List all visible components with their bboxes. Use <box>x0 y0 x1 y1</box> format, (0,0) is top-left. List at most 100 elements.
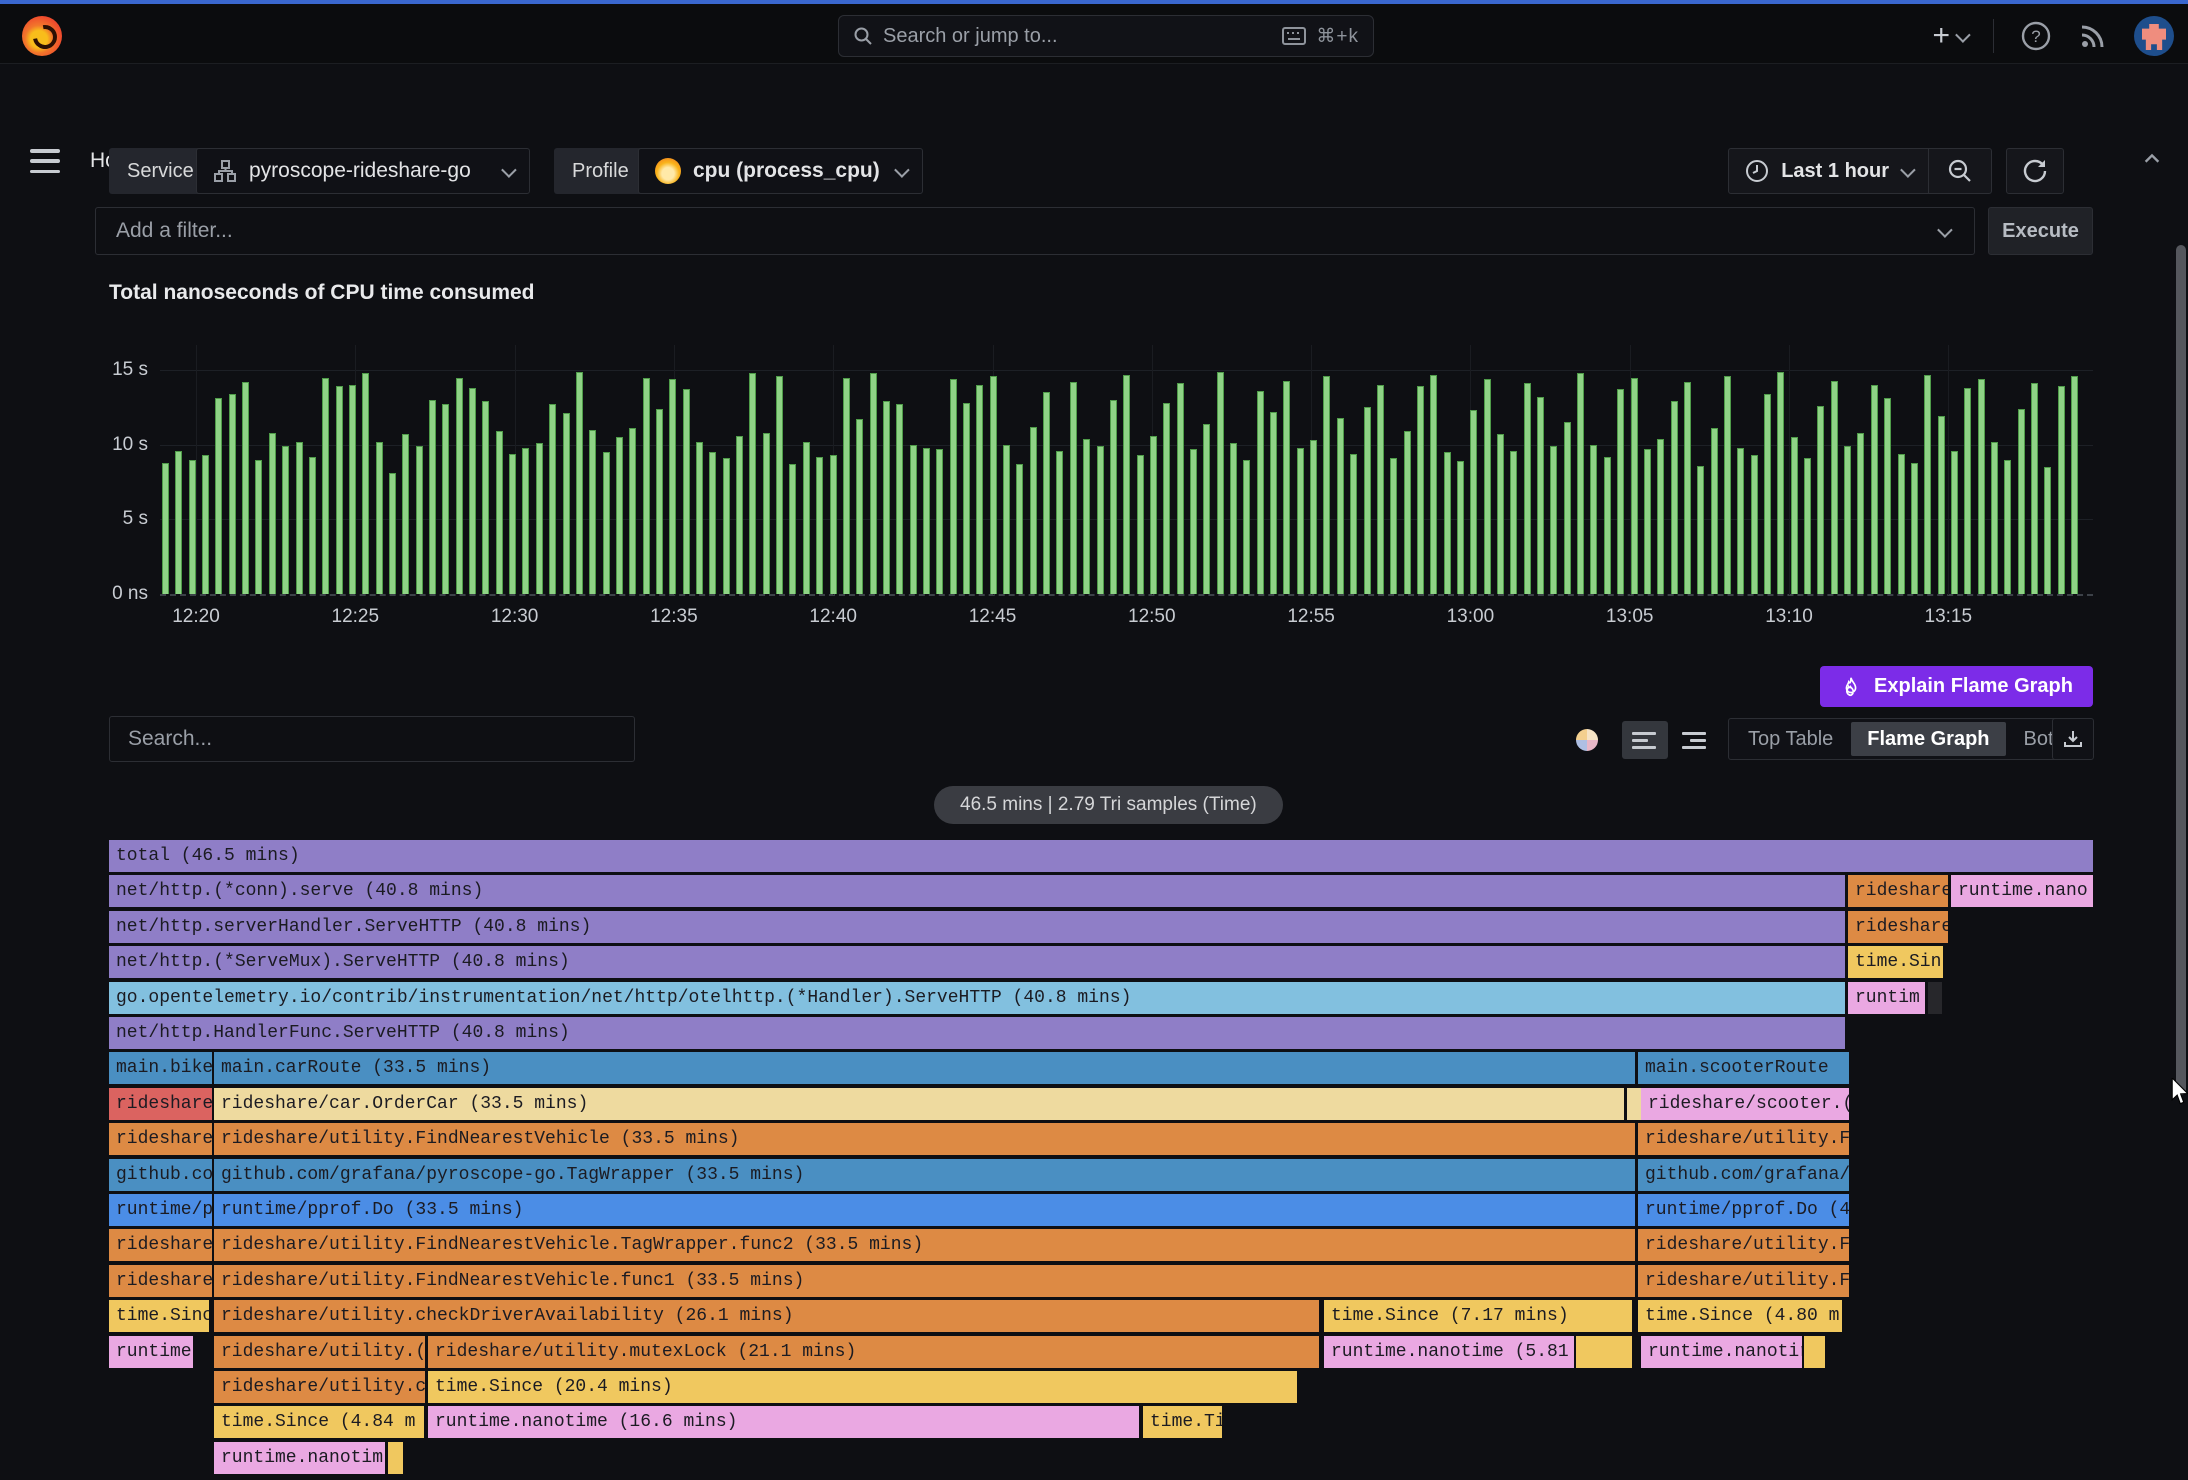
flame-block[interactable]: time.Since (4.80 m <box>1638 1300 1842 1332</box>
fire-icon <box>655 158 681 184</box>
flame-block[interactable]: main.bike <box>109 1052 212 1084</box>
flame-block[interactable]: github.co <box>109 1159 212 1191</box>
refresh-button[interactable] <box>2006 148 2064 194</box>
flame-block[interactable]: rideshare <box>109 1123 212 1155</box>
flame-block[interactable]: rideshare/utility.c <box>214 1371 425 1403</box>
flame-block[interactable]: rideshare/utility.FindNearestVehicle.Tag… <box>214 1229 1635 1261</box>
chart-bar <box>296 442 303 594</box>
flame-block[interactable]: main.carRoute (33.5 mins) <box>214 1052 1635 1084</box>
flame-block[interactable]: rideshare <box>109 1265 212 1297</box>
chart-bar <box>482 401 489 594</box>
flame-block[interactable]: runtime.nanotir <box>1641 1336 1802 1368</box>
flame-block[interactable]: rideshare <box>109 1229 212 1261</box>
x-axis-label: 12:45 <box>943 606 1043 628</box>
align-left-button[interactable] <box>1622 721 1668 759</box>
flame-block[interactable]: rideshare/utility.checkDriverAvailabilit… <box>214 1300 1319 1332</box>
zoom-out-button[interactable] <box>1929 149 1991 193</box>
color-scheme-button[interactable] <box>1565 721 1609 759</box>
view-option-top-table[interactable]: Top Table <box>1732 722 1849 756</box>
time-range-button[interactable]: Last 1 hour <box>1729 149 1928 193</box>
view-option-flame-graph[interactable]: Flame Graph <box>1851 722 2005 756</box>
profile-select[interactable]: cpu (process_cpu) <box>638 148 923 194</box>
download-button[interactable] <box>2052 718 2094 760</box>
flame-block[interactable]: net/http.HandlerFunc.ServeHTTP (40.8 min… <box>109 1017 1845 1049</box>
chart-bar <box>963 403 970 594</box>
menu-toggle[interactable] <box>30 149 60 173</box>
flame-block[interactable]: rideshare/utility.F <box>1638 1229 1849 1261</box>
flame-block[interactable] <box>388 1442 403 1474</box>
flame-block[interactable] <box>1627 1088 1641 1120</box>
flame-block[interactable]: rideshare/utility.F <box>1638 1123 1849 1155</box>
flame-block[interactable]: runtim <box>1848 982 1925 1014</box>
flame-block[interactable]: net/http.serverHandler.ServeHTTP (40.8 m… <box>109 911 1845 943</box>
add-button[interactable]: + <box>1932 21 1967 51</box>
chart-bar <box>843 378 850 594</box>
flame-block[interactable]: rideshare/utility.( <box>214 1336 425 1368</box>
flame-block[interactable]: github.com/grafana/ <box>1638 1159 1849 1191</box>
filter-input[interactable] <box>95 207 1975 255</box>
flame-block[interactable]: runtime.nanotim <box>214 1442 385 1474</box>
chart-bar <box>175 451 182 594</box>
flame-block[interactable]: main.scooterRoute <box>1638 1052 1849 1084</box>
chart-bar <box>2004 460 2011 594</box>
flame-block[interactable]: net/http.(*ServeMux).ServeHTTP (40.8 min… <box>109 946 1845 978</box>
service-select[interactable]: pyroscope-rideshare-go <box>196 148 530 194</box>
flame-block[interactable]: net/http.(*conn).serve (40.8 mins) <box>109 875 1845 907</box>
flame-block[interactable]: time.Since (4.84 m <box>214 1406 424 1438</box>
flame-block[interactable]: rideshare <box>1848 875 1948 907</box>
plus-icon: + <box>1932 21 1950 51</box>
flame-block[interactable]: rideshare/utility.FindNearestVehicle (33… <box>214 1123 1635 1155</box>
chart-bar <box>936 449 943 594</box>
global-search[interactable]: Search or jump to... ⌘+k <box>838 15 1374 57</box>
flame-block[interactable]: runtime/p <box>109 1194 212 1226</box>
flame-block[interactable]: runtime/pprof.Do (4 <box>1638 1194 1849 1226</box>
execute-button[interactable]: Execute <box>1988 207 2093 255</box>
flame-block[interactable]: runtime.nanotime (16.6 mins) <box>428 1406 1139 1438</box>
gridline-y <box>160 594 2093 596</box>
chart-bar <box>389 473 396 594</box>
flame-block[interactable]: time.Ti <box>1143 1406 1222 1438</box>
flame-block[interactable]: rideshare/utility.mutexLock (21.1 mins) <box>428 1336 1319 1368</box>
news-rss-icon[interactable] <box>2078 21 2108 51</box>
chart-bar <box>1177 383 1184 594</box>
flame-block[interactable]: runtime.nanotime (5.81 <box>1324 1336 1574 1368</box>
explain-flame-graph-button[interactable]: Explain Flame Graph <box>1820 666 2093 707</box>
flame-block[interactable]: total (46.5 mins) <box>109 840 2093 872</box>
flame-block[interactable] <box>1804 1336 1825 1368</box>
cpu-time-chart[interactable]: 0 ns5 s10 s15 s12:2012:2512:3012:3512:40… <box>0 310 2188 640</box>
flame-block[interactable]: runtime/pprof.Do (33.5 mins) <box>214 1194 1635 1226</box>
flame-block[interactable]: rideshare <box>109 1088 212 1120</box>
flame-block[interactable]: github.com/grafana/pyroscope-go.TagWrapp… <box>214 1159 1635 1191</box>
chart-bar <box>1417 386 1424 594</box>
chart-bar <box>322 378 329 594</box>
grafana-logo[interactable] <box>22 16 62 56</box>
chart-bar <box>629 428 636 594</box>
flame-block[interactable] <box>1576 1336 1632 1368</box>
chart-bar <box>162 463 169 594</box>
flame-block[interactable]: time.Since (20.4 mins) <box>428 1371 1297 1403</box>
chevron-up-icon[interactable] <box>2142 149 2162 169</box>
user-avatar[interactable] <box>2134 16 2174 56</box>
flame-block[interactable]: rideshare/utility.FindNearestVehicle.fun… <box>214 1265 1635 1297</box>
flame-block[interactable]: rideshare/car.OrderCar (33.5 mins) <box>214 1088 1624 1120</box>
align-right-button[interactable] <box>1670 721 1716 759</box>
scrollbar-thumb[interactable] <box>2176 245 2186 1095</box>
chart-bar <box>1243 460 1250 594</box>
chart-bar <box>1043 392 1050 594</box>
flame-block[interactable]: runtime <box>109 1336 193 1368</box>
chart-bar <box>336 386 343 594</box>
flame-search-input[interactable] <box>109 716 635 762</box>
flame-block[interactable]: rideshare/utility.F <box>1638 1265 1849 1297</box>
flame-block[interactable]: rideshare/scooter.( <box>1641 1088 1849 1120</box>
chart-bar <box>616 437 623 594</box>
flame-block[interactable] <box>1928 982 1942 1014</box>
help-icon[interactable]: ? <box>2020 20 2052 52</box>
flame-block[interactable]: time.Sin <box>1848 946 1943 978</box>
flame-block[interactable]: runtime.nano <box>1951 875 2093 907</box>
flame-block[interactable]: time.Since (7.17 mins) <box>1324 1300 1632 1332</box>
y-axis-label: 5 s <box>48 508 148 530</box>
flame-block[interactable]: time.Sinc <box>109 1300 209 1332</box>
chart-bar <box>896 404 903 594</box>
flame-block[interactable]: rideshare <box>1848 911 1948 943</box>
flame-block[interactable]: go.opentelemetry.io/contrib/instrumentat… <box>109 982 1845 1014</box>
